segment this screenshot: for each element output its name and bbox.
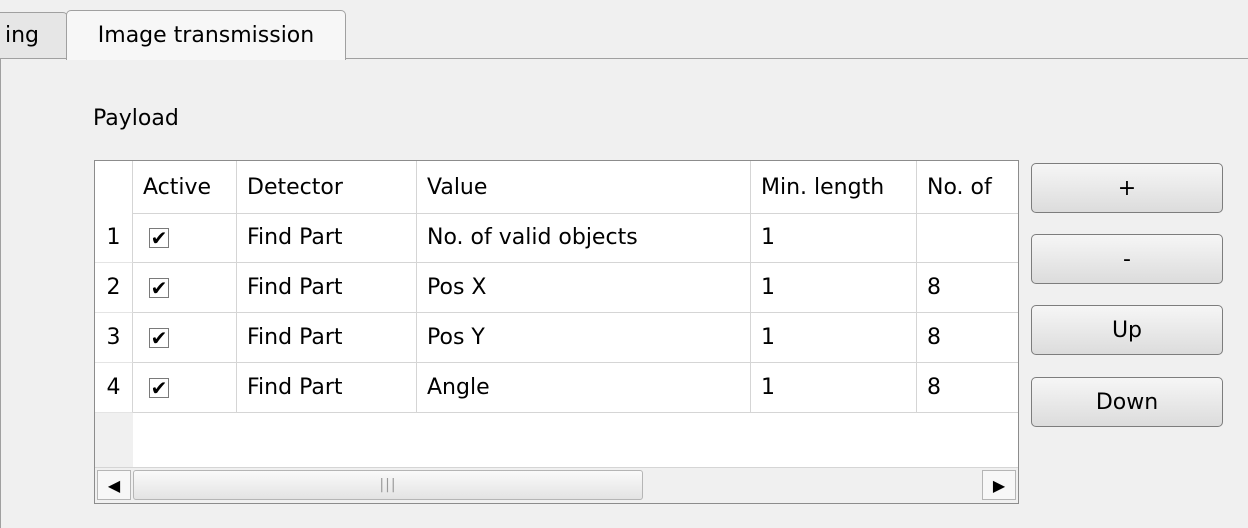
grip-icon: ||| (379, 477, 397, 493)
add-button[interactable]: + (1031, 163, 1223, 213)
active-checkbox[interactable]: ✔ (149, 277, 169, 298)
down-button[interactable]: Down (1031, 377, 1223, 427)
value-cell[interactable]: Pos X (417, 263, 751, 313)
tab-image-transmission[interactable]: Image transmission (66, 10, 346, 60)
scroll-left-icon[interactable]: ◀ (97, 470, 131, 500)
table-row[interactable]: 4 ✔ Find Part Angle 1 8 (95, 363, 1018, 413)
active-checkbox[interactable]: ✔ (149, 227, 169, 248)
value-cell[interactable]: Pos Y (417, 313, 751, 363)
active-checkbox[interactable]: ✔ (149, 327, 169, 348)
row-number[interactable]: 1 (95, 213, 133, 263)
active-cell[interactable]: ✔ (133, 313, 237, 363)
payload-table[interactable]: Active Detector Value Min. length No. of… (94, 160, 1019, 504)
scroll-right-icon[interactable]: ▶ (982, 470, 1016, 500)
detector-cell[interactable]: Find Part (237, 263, 417, 313)
active-cell[interactable]: ✔ (133, 213, 237, 263)
no-of-cell[interactable]: 8 (917, 313, 1018, 363)
tab-panel: Payload Active Detector Value Min. lengt… (0, 58, 1248, 528)
scrollbar-thumb[interactable]: ||| (133, 470, 643, 500)
table-row[interactable]: 3 ✔ Find Part Pos Y 1 8 (95, 313, 1018, 363)
row-number[interactable]: 4 (95, 363, 133, 413)
tab-bar: ing Image transmission (0, 0, 1248, 60)
table-row[interactable]: 2 ✔ Find Part Pos X 1 8 (95, 263, 1018, 313)
remove-button[interactable]: - (1031, 234, 1223, 284)
active-cell[interactable]: ✔ (133, 263, 237, 313)
row-number[interactable]: 2 (95, 263, 133, 313)
column-header-min-length[interactable]: Min. length (751, 161, 917, 213)
row-header-filler (95, 413, 133, 467)
corner-cell (95, 161, 133, 213)
min-length-cell[interactable]: 1 (751, 263, 917, 313)
column-header-detector[interactable]: Detector (237, 161, 417, 213)
min-length-cell[interactable]: 1 (751, 363, 917, 413)
no-of-cell[interactable]: 8 (917, 363, 1018, 413)
tab-image-transmission-label: Image transmission (97, 23, 315, 48)
row-number[interactable]: 3 (95, 313, 133, 363)
detector-cell[interactable]: Find Part (237, 213, 417, 263)
active-checkbox[interactable]: ✔ (149, 377, 169, 398)
active-cell[interactable]: ✔ (133, 363, 237, 413)
column-header-no-of[interactable]: No. of (917, 161, 1018, 213)
detector-cell[interactable]: Find Part (237, 363, 417, 413)
table-header: Active Detector Value Min. length No. of (95, 161, 1018, 214)
tab-previous-label: ing (5, 23, 40, 48)
payload-label: Payload (93, 106, 179, 131)
min-length-cell[interactable]: 1 (751, 313, 917, 363)
value-cell[interactable]: No. of valid objects (417, 213, 751, 263)
column-header-value[interactable]: Value (417, 161, 751, 213)
min-length-cell[interactable]: 1 (751, 213, 917, 263)
value-cell[interactable]: Angle (417, 363, 751, 413)
no-of-cell[interactable] (917, 213, 1018, 263)
no-of-cell[interactable]: 8 (917, 263, 1018, 313)
detector-cell[interactable]: Find Part (237, 313, 417, 363)
up-button[interactable]: Up (1031, 305, 1223, 355)
table-row[interactable]: 1 ✔ Find Part No. of valid objects 1 (95, 213, 1018, 263)
column-header-active[interactable]: Active (133, 161, 237, 213)
horizontal-scrollbar[interactable]: ◀ ||| ▶ (95, 467, 1018, 503)
tab-previous[interactable]: ing (0, 12, 68, 58)
